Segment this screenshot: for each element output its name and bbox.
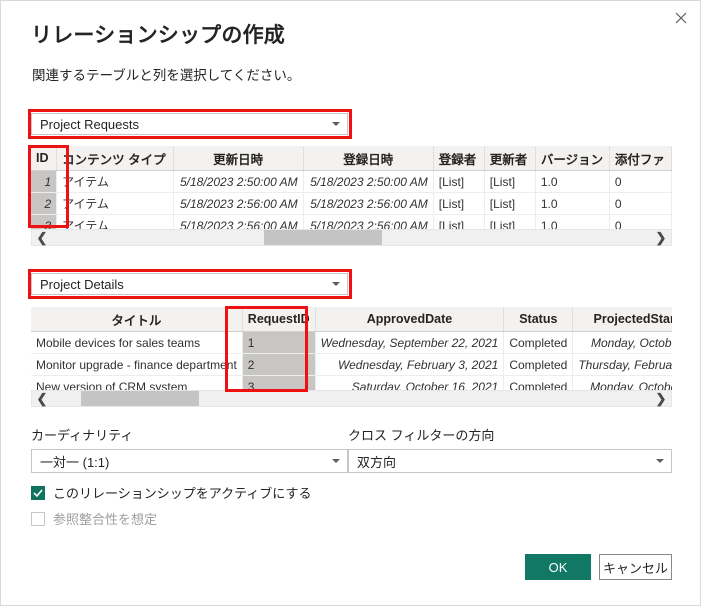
table-cell: Completed: [503, 353, 574, 376]
cardinality-select[interactable]: 一対一 (1:1): [31, 449, 348, 473]
dialog-title: リレーションシップの作成: [31, 24, 285, 47]
column-header[interactable]: ProjectedStartDate: [572, 307, 672, 332]
table-cell: 5/18/2023 2:56:00 AM: [173, 192, 304, 215]
table-cell: 5/18/2023 2:56:00 AM: [303, 192, 434, 215]
table1-scroll-track[interactable]: [52, 230, 651, 245]
cross-filter-direction-select[interactable]: 双方向: [348, 449, 672, 473]
table-header-row: タイトル RequestID ApprovedDate Status Projected…: [31, 307, 672, 332]
table-cell: Mobile devices for sales teams: [31, 331, 243, 354]
cross-filter-direction-value: 双方向: [357, 454, 397, 470]
table-row: 1 アイテム 5/18/2023 2:50:00 AM 5/18/2023 2:50:…: [31, 170, 672, 193]
column-header[interactable]: タイトル: [31, 307, 243, 332]
checkbox-unchecked-icon: [31, 511, 45, 526]
table1-scroll-thumb[interactable]: [264, 230, 382, 245]
table-cell: Monitor upgrade - finance department: [31, 353, 243, 376]
table1-hscrollbar[interactable]: ❮ ❯: [31, 229, 672, 246]
column-header[interactable]: バージョン: [535, 146, 610, 171]
create-relationship-dialog: リレーションシップの作成 関連するテーブルと列を選択してください。 Projec…: [0, 0, 701, 606]
column-header[interactable]: ID: [31, 146, 58, 171]
cardinality-select-value: 一対一 (1:1): [40, 454, 110, 470]
table2-scroll-track[interactable]: [52, 391, 651, 406]
table-cell: 2: [31, 192, 58, 215]
table-cell: 5/18/2023 2:50:00 AM: [173, 170, 304, 193]
assume-referential-integrity-label: 参照整合性を想定: [53, 512, 158, 527]
table-cell: 1: [242, 331, 316, 354]
close-icon[interactable]: [664, 3, 698, 33]
table1-select-value: Project Requests: [40, 116, 139, 132]
scroll-right-icon[interactable]: ❯: [651, 391, 671, 406]
table2-hscrollbar[interactable]: ❮ ❯: [31, 390, 672, 407]
table2-select[interactable]: Project Details: [31, 273, 348, 295]
table-row: Mobile devices for sales teams 1 Wednesday…: [31, 331, 672, 354]
scroll-left-icon[interactable]: ❮: [32, 391, 52, 406]
table-cell: Completed: [503, 331, 574, 354]
scroll-left-icon[interactable]: ❮: [32, 230, 52, 245]
table-cell: 1.0: [535, 170, 610, 193]
table2-select-value: Project Details: [40, 276, 124, 292]
dialog-subtitle: 関連するテーブルと列を選択してください。: [32, 68, 301, 83]
table-cell: [List]: [433, 170, 485, 193]
table-cell: [List]: [484, 192, 536, 215]
table2-scroll-thumb[interactable]: [81, 391, 199, 406]
cancel-button[interactable]: キャンセル: [599, 554, 672, 580]
column-header[interactable]: 登録者: [433, 146, 485, 171]
column-header[interactable]: 更新日時: [173, 146, 304, 171]
table-cell: Wednesday, September 22, 2021: [315, 331, 505, 354]
table-cell: 0: [609, 192, 672, 215]
table-cell: 1: [31, 170, 58, 193]
checkbox-checked-icon: [31, 485, 45, 500]
chevron-down-icon: [325, 282, 347, 286]
table1-select[interactable]: Project Requests: [31, 113, 348, 135]
table-cell: 1.0: [535, 192, 610, 215]
chevron-down-icon: [649, 459, 671, 463]
column-header[interactable]: 添付ファ: [609, 146, 672, 171]
close-glyph-icon: [675, 12, 687, 24]
table1-preview-table: ID コンテンツ タイプ 更新日時 登録日時 登録者 更新者 バージョン 添付ファ 1 アイテム 5…: [31, 146, 672, 237]
table-cell: 0: [609, 170, 672, 193]
table-header-row: ID コンテンツ タイプ 更新日時 登録日時 登録者 更新者 バージョン 添付ファ: [31, 146, 672, 171]
table-cell: Thursday, February 11, 20.: [572, 353, 672, 376]
column-header[interactable]: RequestID: [242, 307, 316, 332]
table2-preview-table: タイトル RequestID ApprovedDate Status Projected…: [31, 307, 672, 398]
column-header[interactable]: 更新者: [484, 146, 536, 171]
table-cell: アイテム: [56, 170, 174, 193]
scroll-right-icon[interactable]: ❯: [651, 230, 671, 245]
table-cell: Wednesday, February 3, 2021: [315, 353, 505, 376]
table-cell: [List]: [484, 170, 536, 193]
cross-filter-direction-label: クロス フィルターの方向: [348, 428, 495, 443]
table-row: Monitor upgrade - finance department 2 Wed…: [31, 353, 672, 376]
table-cell: 2: [242, 353, 316, 376]
checkmark-icon: [33, 488, 43, 497]
table-row: 2 アイテム 5/18/2023 2:56:00 AM 5/18/2023 2:56:…: [31, 192, 672, 215]
column-header[interactable]: 登録日時: [303, 146, 434, 171]
make-relationship-active-label: このリレーションシップをアクティブにする: [53, 486, 312, 501]
chevron-down-icon: [325, 459, 347, 463]
column-header[interactable]: ApprovedDate: [315, 307, 505, 332]
table-cell: Monday, October 11, 20.: [572, 331, 672, 354]
cardinality-label: カーディナリティ: [31, 428, 134, 443]
table-cell: [List]: [433, 192, 485, 215]
column-header[interactable]: コンテンツ タイプ: [56, 146, 174, 171]
table-cell: アイテム: [56, 192, 174, 215]
assume-referential-integrity-checkbox: 参照整合性を想定: [31, 509, 157, 528]
column-header[interactable]: Status: [503, 307, 574, 332]
table-cell: 5/18/2023 2:50:00 AM: [303, 170, 434, 193]
ok-button[interactable]: OK: [525, 554, 591, 580]
chevron-down-icon: [325, 122, 347, 126]
make-relationship-active-checkbox[interactable]: このリレーションシップをアクティブにする: [31, 483, 311, 502]
